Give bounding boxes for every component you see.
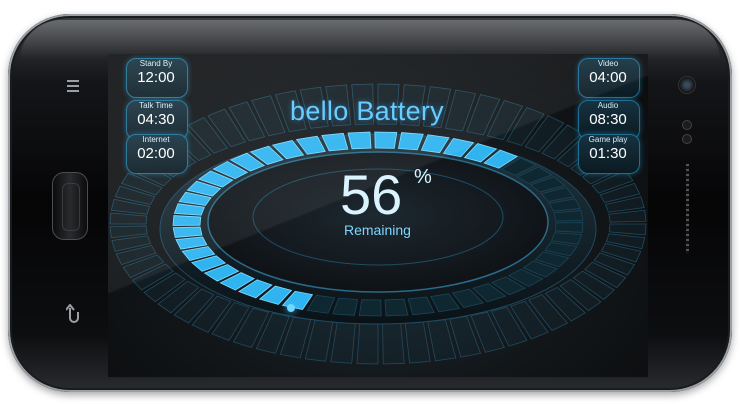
stat-internet[interactable]: Internet 02:00 xyxy=(126,134,186,172)
stat-label: Internet xyxy=(142,135,170,144)
stat-value: 08:30 xyxy=(589,111,627,128)
outer-segment xyxy=(404,321,431,364)
stat-value: 04:00 xyxy=(589,69,627,86)
proximity-sensor-icon xyxy=(682,120,692,130)
level-segment-empty xyxy=(553,210,584,222)
level-segment-empty xyxy=(554,222,584,233)
stat-value: 12:00 xyxy=(137,69,175,86)
outer-segment xyxy=(382,323,405,365)
stat-value: 04:30 xyxy=(137,111,175,128)
stat-label: Audio xyxy=(597,101,619,110)
menu-icon[interactable] xyxy=(66,78,80,99)
level-segment-filled xyxy=(172,226,203,238)
level-segment-filled xyxy=(347,131,372,150)
stat-value: 02:00 xyxy=(137,145,175,162)
outer-segment xyxy=(109,225,148,239)
stat-label: Game play xyxy=(588,135,628,144)
outer-segment xyxy=(608,209,647,223)
app-title: bello Battery xyxy=(290,96,444,126)
battery-remaining-label: Remaining xyxy=(344,222,411,238)
stat-label: Talk Time xyxy=(139,101,173,110)
outer-segment xyxy=(356,323,379,365)
screen: bello Battery Stand By 12:00 Talk Time 0… xyxy=(108,54,648,377)
stat-value: 01:30 xyxy=(589,145,627,162)
outer-segment xyxy=(608,223,647,236)
level-indicator-dot xyxy=(287,304,295,312)
front-camera-icon xyxy=(678,76,696,94)
stat-video[interactable]: Video 04:00 xyxy=(578,58,638,96)
speaker-grille-icon xyxy=(686,164,689,254)
stat-stand-by[interactable]: Stand By 12:00 xyxy=(126,58,186,96)
level-segment-empty xyxy=(384,298,409,317)
battery-percent: 56 xyxy=(340,163,403,226)
level-segment-empty xyxy=(358,299,382,317)
stat-talk-time[interactable]: Talk Time 04:30 xyxy=(126,100,186,138)
home-button[interactable] xyxy=(52,172,88,240)
stat-label: Video xyxy=(597,59,619,68)
back-icon[interactable] xyxy=(65,303,82,329)
outer-segment xyxy=(330,322,356,364)
stat-game-play[interactable]: Game play 01:30 xyxy=(578,134,638,172)
level-segment-filled xyxy=(374,131,398,149)
outer-segment xyxy=(109,212,148,225)
level-segment-filled xyxy=(172,215,202,226)
battery-percent-sign: % xyxy=(414,166,432,188)
light-sensor-icon xyxy=(682,134,692,144)
phone-body: bello Battery Stand By 12:00 Talk Time 0… xyxy=(8,14,732,392)
stat-audio[interactable]: Audio 08:30 xyxy=(578,100,638,138)
stat-label: Stand By xyxy=(139,59,173,68)
outer-segment xyxy=(304,319,334,362)
